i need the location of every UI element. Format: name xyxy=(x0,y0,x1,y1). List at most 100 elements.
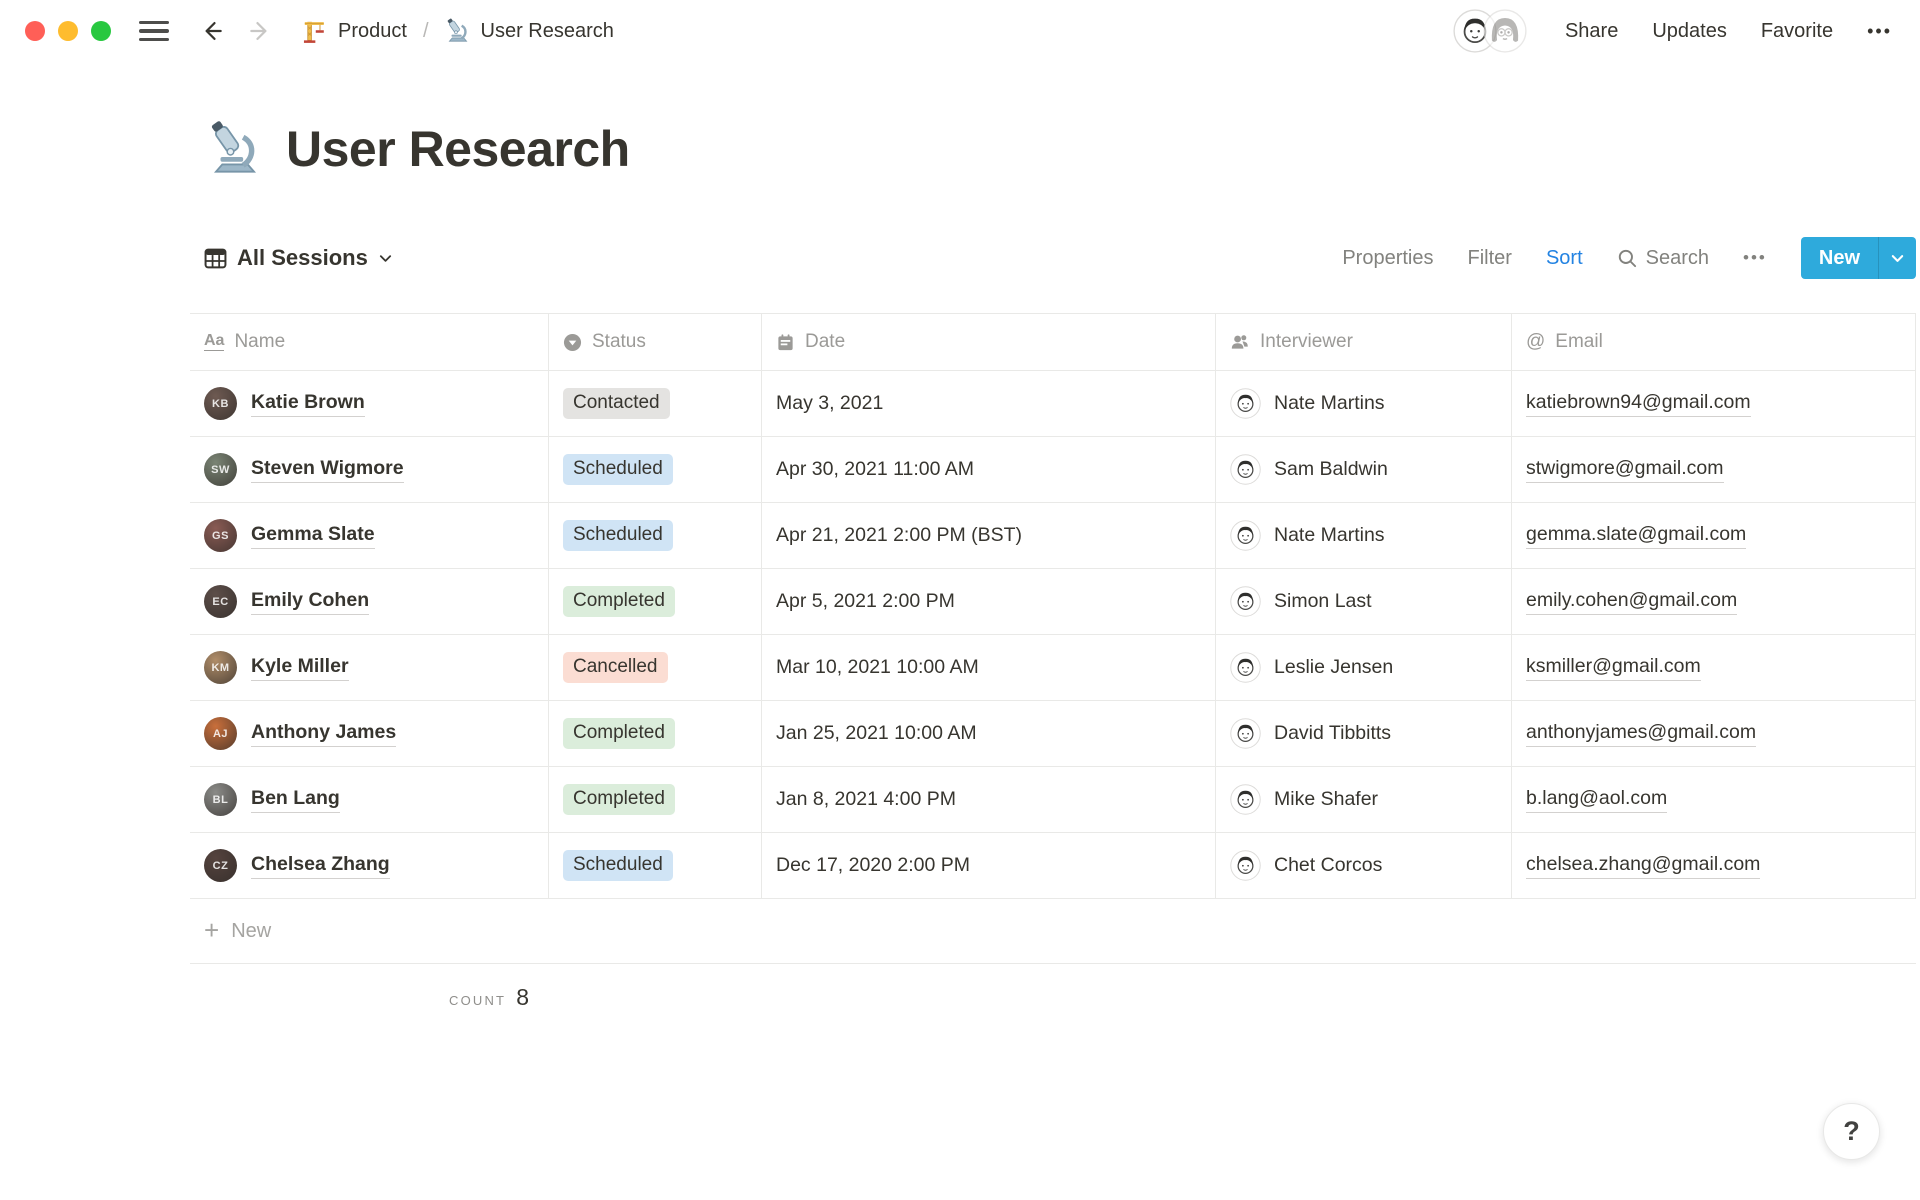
date-cell[interactable]: Apr 5, 2021 2:00 PM xyxy=(762,569,1216,634)
view-switcher-all-sessions[interactable]: All Sessions xyxy=(204,245,393,271)
table-row[interactable]: EC Emily Cohen Completed Apr 5, 2021 2:0… xyxy=(190,568,1916,634)
date-cell[interactable]: Jan 25, 2021 10:00 AM xyxy=(762,701,1216,766)
email-link[interactable]: katiebrown94@gmail.com xyxy=(1526,391,1751,417)
session-name-link[interactable]: Ben Lang xyxy=(251,787,340,813)
name-cell: SW Steven Wigmore xyxy=(190,437,549,502)
column-header-interviewer[interactable]: Interviewer xyxy=(1216,314,1512,370)
table-row[interactable]: KB Katie Brown Contacted May 3, 2021 Nat… xyxy=(190,370,1916,436)
table-body: KB Katie Brown Contacted May 3, 2021 Nat… xyxy=(190,370,1916,898)
status-cell[interactable]: Completed xyxy=(549,701,762,766)
sort-button[interactable]: Sort xyxy=(1546,247,1583,270)
favorite-button[interactable]: Favorite xyxy=(1761,20,1833,43)
session-name-link[interactable]: Gemma Slate xyxy=(251,523,375,549)
session-name-link[interactable]: Kyle Miller xyxy=(251,655,349,681)
date-cell[interactable]: Apr 30, 2021 11:00 AM xyxy=(762,437,1216,502)
interviewer-cell[interactable]: Mike Shafer xyxy=(1216,767,1512,832)
interviewer-avatar xyxy=(1230,784,1261,815)
date-cell[interactable]: May 3, 2021 xyxy=(762,371,1216,436)
session-name-link[interactable]: Emily Cohen xyxy=(251,589,370,615)
session-name-link[interactable]: Katie Brown xyxy=(251,391,365,417)
date-cell[interactable]: Apr 21, 2021 2:00 PM (BST) xyxy=(762,503,1216,568)
session-name-link[interactable]: Anthony James xyxy=(251,721,397,747)
date-cell[interactable]: Jan 8, 2021 4:00 PM xyxy=(762,767,1216,832)
status-cell[interactable]: Completed xyxy=(549,569,762,634)
session-avatar: CZ xyxy=(204,849,237,882)
email-cell[interactable]: ksmiller@gmail.com xyxy=(1512,635,1916,700)
email-link[interactable]: b.lang@aol.com xyxy=(1526,787,1668,813)
email-link[interactable]: chelsea.zhang@gmail.com xyxy=(1526,853,1761,879)
session-avatar: BL xyxy=(204,783,237,816)
email-cell[interactable]: b.lang@aol.com xyxy=(1512,767,1916,832)
column-header-status[interactable]: Status xyxy=(549,314,762,370)
status-cell[interactable]: Scheduled xyxy=(549,833,762,898)
email-cell[interactable]: anthonyjames@gmail.com xyxy=(1512,701,1916,766)
status-cell[interactable]: Scheduled xyxy=(549,437,762,502)
column-header-name[interactable]: Aa Name xyxy=(190,314,549,370)
date-cell[interactable]: Dec 17, 2020 2:00 PM xyxy=(762,833,1216,898)
filter-button[interactable]: Filter xyxy=(1468,247,1512,270)
status-cell[interactable]: Contacted xyxy=(549,371,762,436)
breadcrumb-item-product[interactable]: Product xyxy=(301,18,407,45)
table-row[interactable]: SW Steven Wigmore Scheduled Apr 30, 2021… xyxy=(190,436,1916,502)
count-label[interactable]: COUNT xyxy=(449,993,506,1008)
minimize-button[interactable] xyxy=(58,21,78,41)
plus-icon: + xyxy=(204,914,220,945)
share-button[interactable]: Share xyxy=(1565,20,1618,43)
interviewer-cell[interactable]: Chet Corcos xyxy=(1216,833,1512,898)
table-row[interactable]: CZ Chelsea Zhang Scheduled Dec 17, 2020 … xyxy=(190,832,1916,898)
new-button-dropdown[interactable] xyxy=(1879,237,1916,279)
interviewer-cell[interactable]: Nate Martins xyxy=(1216,503,1512,568)
interviewer-name: Leslie Jensen xyxy=(1274,656,1394,678)
more-options-icon[interactable]: ••• xyxy=(1867,21,1892,42)
email-link[interactable]: anthonyjames@gmail.com xyxy=(1526,721,1757,747)
status-cell[interactable]: Scheduled xyxy=(549,503,762,568)
email-cell[interactable]: chelsea.zhang@gmail.com xyxy=(1512,833,1916,898)
zoom-button[interactable] xyxy=(91,21,111,41)
help-button[interactable]: ? xyxy=(1823,1103,1880,1160)
interviewer-cell[interactable]: Nate Martins xyxy=(1216,371,1512,436)
session-name-link[interactable]: Steven Wigmore xyxy=(251,457,404,483)
properties-button[interactable]: Properties xyxy=(1342,247,1433,270)
session-name-link[interactable]: Chelsea Zhang xyxy=(251,853,390,879)
email-cell[interactable]: stwigmore@gmail.com xyxy=(1512,437,1916,502)
column-header-date[interactable]: Date xyxy=(762,314,1216,370)
page-emoji-microscope-icon[interactable] xyxy=(206,120,264,178)
close-button[interactable] xyxy=(25,21,45,41)
back-arrow-icon[interactable] xyxy=(197,17,225,45)
forward-arrow-icon[interactable] xyxy=(247,17,275,45)
status-badge: Completed xyxy=(563,586,675,617)
email-cell[interactable]: katiebrown94@gmail.com xyxy=(1512,371,1916,436)
table-row[interactable]: BL Ben Lang Completed Jan 8, 2021 4:00 P… xyxy=(190,766,1916,832)
interviewer-cell[interactable]: Leslie Jensen xyxy=(1216,635,1512,700)
sidebar-menu-icon[interactable] xyxy=(139,21,169,41)
status-badge: Completed xyxy=(563,718,675,749)
date-cell[interactable]: Mar 10, 2021 10:00 AM xyxy=(762,635,1216,700)
interviewer-cell[interactable]: David Tibbitts xyxy=(1216,701,1512,766)
table-row[interactable]: KM Kyle Miller Cancelled Mar 10, 2021 10… xyxy=(190,634,1916,700)
new-button[interactable]: New xyxy=(1801,237,1878,279)
select-property-icon xyxy=(563,333,582,351)
email-cell[interactable]: gemma.slate@gmail.com xyxy=(1512,503,1916,568)
view-more-options-icon[interactable]: ••• xyxy=(1743,248,1767,268)
email-cell[interactable]: emily.cohen@gmail.com xyxy=(1512,569,1916,634)
table-header-row: Aa Name Status Date Interviewer @ Email xyxy=(190,313,1916,370)
table-row[interactable]: GS Gemma Slate Scheduled Apr 21, 2021 2:… xyxy=(190,502,1916,568)
count-value: 8 xyxy=(516,984,529,1010)
email-link[interactable]: ksmiller@gmail.com xyxy=(1526,655,1701,681)
email-link[interactable]: gemma.slate@gmail.com xyxy=(1526,523,1747,549)
add-new-row-button[interactable]: + New xyxy=(190,898,1916,964)
column-header-email[interactable]: @ Email xyxy=(1512,314,1916,370)
breadcrumb-item-user-research[interactable]: User Research xyxy=(445,18,614,44)
email-link[interactable]: emily.cohen@gmail.com xyxy=(1526,589,1738,615)
collaborator-avatars[interactable] xyxy=(1453,9,1527,53)
session-avatar: AJ xyxy=(204,717,237,750)
status-cell[interactable]: Completed xyxy=(549,767,762,832)
search-button[interactable]: Search xyxy=(1617,247,1709,270)
interviewer-cell[interactable]: Sam Baldwin xyxy=(1216,437,1512,502)
updates-button[interactable]: Updates xyxy=(1652,20,1727,43)
name-cell: KB Katie Brown xyxy=(190,371,549,436)
table-row[interactable]: AJ Anthony James Completed Jan 25, 2021 … xyxy=(190,700,1916,766)
status-cell[interactable]: Cancelled xyxy=(549,635,762,700)
interviewer-cell[interactable]: Simon Last xyxy=(1216,569,1512,634)
email-link[interactable]: stwigmore@gmail.com xyxy=(1526,457,1724,483)
